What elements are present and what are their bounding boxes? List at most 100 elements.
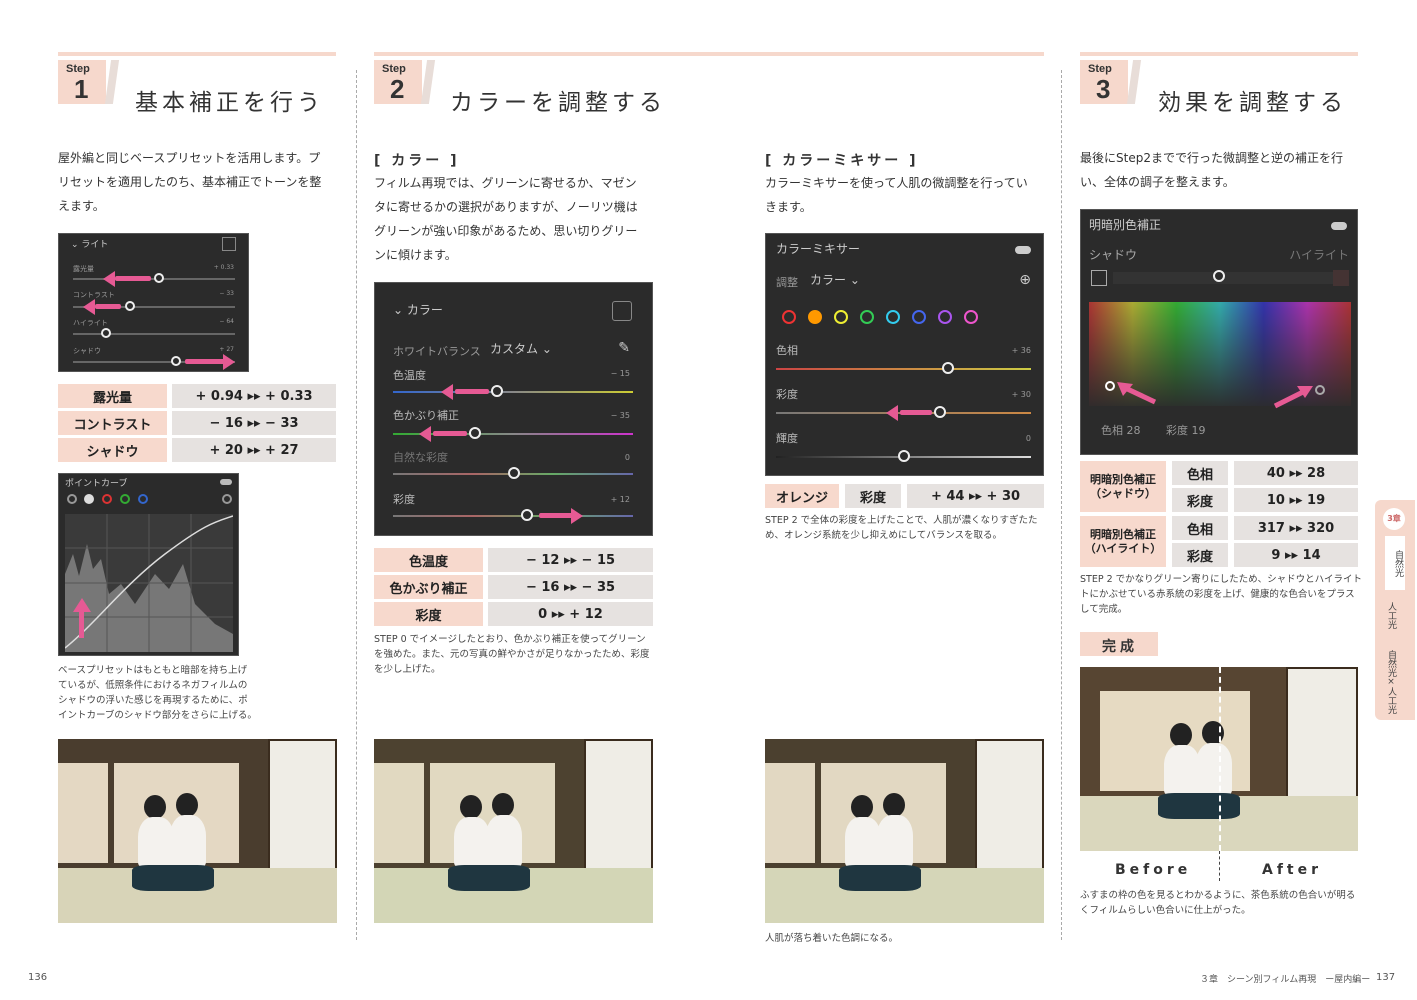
aqua-swatch[interactable] (886, 310, 900, 324)
color-wheel-icon[interactable] (612, 301, 632, 321)
exposure-slider-knob[interactable] (154, 273, 164, 283)
split-toning-panel: 明暗別色補正 シャドウ ハイライト 色相 28 彩度 19 (1080, 209, 1358, 455)
table-key: オレンジ (765, 484, 839, 508)
highlight-swatch[interactable] (1333, 270, 1349, 286)
rgb-channel-icon[interactable] (67, 494, 77, 504)
color-panel: ⌄ カラー ホワイトバランス カスタム ⌄ ✎ 色温度 − 15 色かぶり補正 … (374, 282, 653, 536)
saturation-slider-knob[interactable] (521, 509, 533, 521)
red-swatch[interactable] (782, 310, 796, 324)
highlight-slider-knob[interactable] (101, 328, 111, 338)
blue-channel-icon[interactable] (138, 494, 148, 504)
table-key: 色かぶり補正 (374, 575, 483, 599)
table-value: 317 ▸▸ 320 (1234, 516, 1358, 540)
table-value: − 12 ▸▸ − 15 (488, 548, 653, 572)
table-key: コントラスト (58, 411, 167, 435)
red-channel-icon[interactable] (102, 494, 112, 504)
table-key: 彩度 (845, 484, 901, 508)
col2-subheading: [ カラー ] (374, 153, 460, 169)
table-key: 露光量 (58, 384, 167, 408)
photo-step2 (374, 739, 653, 923)
color-header: ⌄ カラー (393, 303, 443, 317)
lum-slider-knob[interactable] (898, 450, 910, 462)
table-key: 色相 (1172, 461, 1228, 485)
photo-step3 (765, 739, 1044, 923)
curve-graph[interactable] (65, 514, 233, 652)
table-value: 9 ▸▸ 14 (1234, 543, 1358, 567)
table-key: 彩度 (374, 602, 483, 626)
wb-dropdown[interactable]: カスタム ⌄ (490, 340, 552, 357)
contrast-slider-knob[interactable] (125, 301, 135, 311)
step-2-badge: Step 2 (374, 60, 436, 104)
toggle-switch[interactable] (220, 479, 232, 485)
col2-intro: フィルム再現では、グリーンに寄せるか、マゼン タに寄せるかの選択がありますが、ノー… (374, 176, 638, 262)
step-3-title: 効果を調整する (1158, 90, 1347, 116)
table-value: − 16 ▸▸ − 35 (488, 575, 653, 599)
table-value: + 20 ▸▸ + 27 (172, 438, 336, 462)
light-panel: ⌄ ライト 露光量 + 0.33 コントラスト − 33 ハイライト − 64 … (58, 233, 249, 372)
shadow-slider-knob[interactable] (171, 356, 181, 366)
done-label: 完成 (1080, 632, 1158, 656)
running-footer: ３章 シーン別フィルム再現 ー屋内編ー (1200, 975, 1371, 985)
table-key: シャドウ (58, 438, 167, 462)
col3-subheading: [ カラーミキサー ] (765, 153, 919, 169)
point-curve-panel: ポイントカーブ (58, 473, 239, 656)
col1-intro: 屋外編と同じベースプリセットを活用します。プ リセットを適用したのち、基本補正でト… (58, 151, 322, 213)
col1-caption: ベースプリセットはもともと暗部を持ち上げ ているが、低照条件におけるネガフィルムの… (58, 665, 257, 721)
left-page-number: 136 (28, 972, 48, 983)
table-value: + 0.94 ▸▸ + 0.33 (172, 384, 336, 408)
magenta-swatch[interactable] (964, 310, 978, 324)
blue-swatch[interactable] (912, 310, 926, 324)
vibrance-slider-knob[interactable] (508, 467, 520, 479)
eyedropper-icon[interactable]: ✎ (618, 340, 630, 356)
sat-slider-knob[interactable] (934, 406, 946, 418)
temp-slider-knob[interactable] (491, 385, 503, 397)
col3-intro: カラーミキサーを使って人肌の微調整を行ってい きます。 (765, 176, 1028, 214)
adjust-dropdown[interactable]: カラー ⌄ (810, 271, 860, 288)
after-label: After (1262, 862, 1323, 878)
orange-swatch[interactable] (808, 310, 822, 324)
table-key: 彩度 (1172, 543, 1228, 567)
white-channel-icon[interactable] (84, 494, 94, 504)
color-mixer-panel: カラーミキサー 調整 カラー ⌄ ⊕ 色相 + 36 彩度 + 30 輝度 0 (765, 233, 1044, 476)
table-key: 色相 (1172, 516, 1228, 540)
target-icon[interactable]: ⊕ (1019, 272, 1031, 288)
step-1-badge: Step 1 (58, 60, 120, 104)
step-1-title: 基本補正を行う (135, 90, 324, 116)
toggle-switch[interactable] (1331, 222, 1347, 230)
green-swatch[interactable] (860, 310, 874, 324)
table-key: 色温度 (374, 548, 483, 572)
hue-slider-knob[interactable] (942, 362, 954, 374)
step-3-badge: Step 3 (1080, 60, 1142, 104)
chapter-side-tab[interactable]: 3章 自然光 人工光 自然光×人工光 (1375, 500, 1415, 720)
before-label: Before (1115, 862, 1192, 878)
curve-icon[interactable] (222, 237, 236, 251)
tint-slider-knob[interactable] (469, 427, 481, 439)
col4-caption: STEP 2 でかなりグリーン寄りにしたため、シャドウとハイライト トにかぶせてい… (1080, 574, 1362, 615)
col2-caption: STEP 0 でイメージしたとおり、色かぶり補正を使ってグリーン を強めた。また、… (374, 634, 650, 675)
table-group: 明暗別色補正 （シャドウ） (1080, 461, 1166, 512)
step-2-title: カラーを調整する (450, 90, 666, 116)
target-icon[interactable] (222, 494, 232, 504)
photo-final (1080, 667, 1358, 851)
table-value: − 16 ▸▸ − 33 (172, 411, 336, 435)
table-group: 明暗別色補正 （ハイライト） (1080, 516, 1166, 567)
shadow-hue-picker[interactable] (1105, 381, 1115, 391)
yellow-swatch[interactable] (834, 310, 848, 324)
green-channel-icon[interactable] (120, 494, 130, 504)
purple-swatch[interactable] (938, 310, 952, 324)
col3-photo-caption: 人肌が落ち着いた色調になる。 (765, 933, 899, 944)
toggle-switch[interactable] (1015, 246, 1031, 254)
photo-step1 (58, 739, 337, 923)
balance-slider-knob[interactable] (1213, 270, 1225, 282)
table-value: + 44 ▸▸ + 30 (907, 484, 1044, 508)
col4-intro: 最後にStep2までで行った微調整と逆の補正を行 い、全体の調子を整えます。 (1080, 151, 1343, 189)
table-value: 0 ▸▸ + 12 (488, 602, 653, 626)
shadow-swatch[interactable] (1091, 270, 1107, 286)
col3-caption: STEP 2 で全体の彩度を上げたことで、人肌が濃くなりすぎたた め、オレンジ系統… (765, 515, 1038, 541)
col4-photo-caption: ふすまの枠の色を見るとわかるように、茶色系統の色合いが明る くフィルムらしい色合い… (1080, 890, 1356, 916)
light-header: ⌄ ライト (71, 240, 109, 250)
table-value: 10 ▸▸ 19 (1234, 488, 1358, 512)
table-value: 40 ▸▸ 28 (1234, 461, 1358, 485)
table-key: 彩度 (1172, 488, 1228, 512)
highlight-hue-picker[interactable] (1315, 385, 1325, 395)
